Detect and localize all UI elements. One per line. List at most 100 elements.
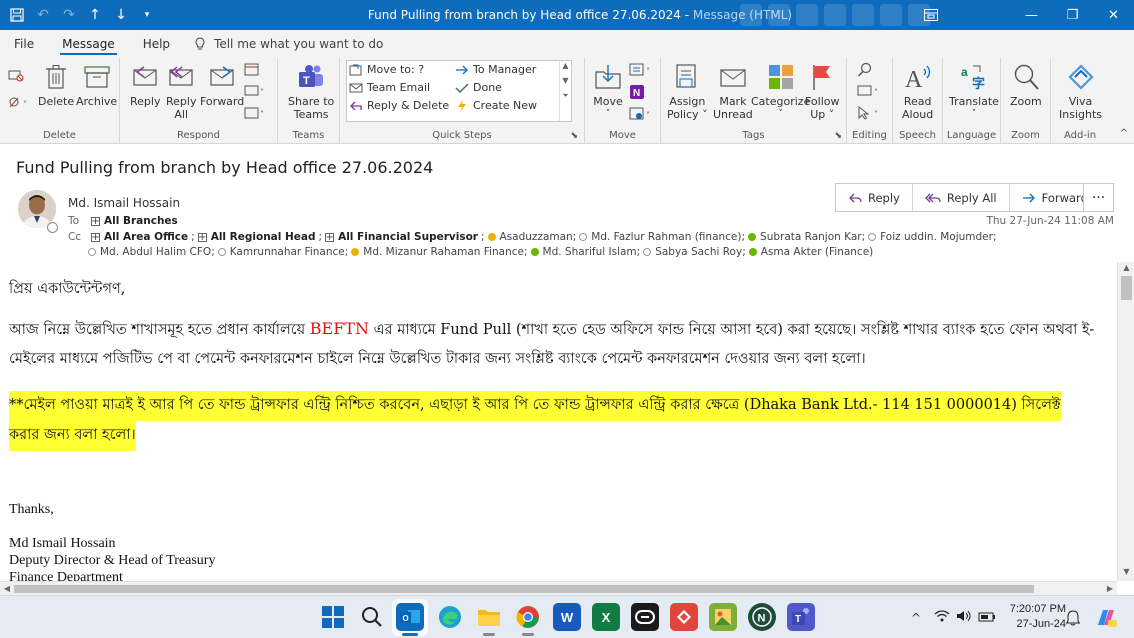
recipient[interactable]: Md. Shariful Islam; [543, 246, 641, 258]
more-actions-button[interactable]: ··· [1083, 183, 1114, 212]
delete-button[interactable]: Delete [38, 62, 74, 108]
customize-qat-icon[interactable]: ▾ [138, 6, 156, 24]
volume-icon[interactable] [956, 610, 978, 625]
group-expand-icon[interactable]: + [325, 232, 335, 242]
scroll-thumb[interactable] [1121, 276, 1132, 300]
wifi-icon[interactable] [934, 610, 956, 625]
file-explorer-icon[interactable] [475, 603, 503, 631]
recipient-group[interactable]: All Regional Head [211, 231, 316, 243]
vertical-scrollbar[interactable]: ▲ ▼ [1117, 262, 1134, 581]
save-icon[interactable] [8, 6, 26, 24]
onenote-icon[interactable]: N [629, 84, 645, 103]
outlook-icon[interactable]: O [396, 603, 424, 631]
battery-icon[interactable] [978, 611, 1000, 625]
reply-all-button[interactable]: Reply All [913, 184, 1010, 211]
tab-message[interactable]: Message [48, 30, 129, 58]
recipient[interactable]: Asaduzzaman; [500, 231, 577, 243]
tab-help[interactable]: Help [129, 30, 184, 58]
recipient-group[interactable]: All Financial Supervisor [338, 231, 478, 243]
close-icon[interactable]: ✕ [1093, 0, 1134, 30]
previous-item-icon[interactable]: ↑ [86, 6, 104, 24]
follow-up-button[interactable]: Follow Up ˅ [805, 62, 840, 121]
copilot-icon[interactable] [1094, 596, 1118, 638]
word-icon[interactable]: W [553, 603, 581, 631]
quick-step-done[interactable]: Done [455, 81, 502, 94]
taskbar-clock[interactable]: 7:20:07 PM 27-Jun-24 [1010, 602, 1066, 632]
rules-icon[interactable]: ˅ [629, 62, 655, 81]
sender-name[interactable]: Md. Ismail Hossain [68, 196, 180, 210]
find-icon[interactable] [857, 62, 873, 81]
ignore-icon[interactable] [8, 68, 24, 85]
photo-app-icon[interactable] [709, 603, 737, 631]
more-respond-icon[interactable]: ˅ [244, 106, 268, 123]
group-expand-icon[interactable]: + [91, 232, 100, 242]
app-icon[interactable] [631, 603, 659, 631]
edge-icon[interactable] [436, 603, 464, 631]
group-expand-icon[interactable]: + [91, 216, 100, 226]
quick-step-move-to[interactable]: Move to: ? [349, 63, 424, 76]
scroll-down-icon[interactable]: ▼ [560, 76, 571, 85]
next-item-icon[interactable]: ↓ [112, 6, 130, 24]
im-reply-icon[interactable]: ˅ [244, 84, 268, 101]
viva-insights-button[interactable]: Viva Insights [1059, 62, 1102, 121]
app-n-icon[interactable]: N [748, 603, 776, 631]
undo-icon[interactable]: ↶ [34, 6, 52, 24]
reply-button[interactable]: Reply [836, 184, 913, 211]
quick-steps-launcher-icon[interactable]: ⬊ [570, 131, 578, 141]
tell-me-search[interactable]: Tell me what you want to do [194, 37, 383, 51]
recipient[interactable]: Md. Abdul Halim CFO; [100, 246, 215, 258]
recipient[interactable]: Md. Fazlur Rahman (finance); [591, 231, 745, 243]
scroll-up-icon[interactable]: ▲ [560, 61, 571, 70]
recipient-group[interactable]: All Area Office [104, 231, 188, 243]
recipient[interactable]: Kamrunnahar Finance; [230, 246, 349, 258]
expand-gallery-icon[interactable]: ⏷ [560, 91, 571, 101]
scroll-thumb[interactable] [14, 585, 1034, 593]
recipient[interactable]: Foiz uddin. Mojumder; [880, 231, 996, 243]
reply-button[interactable]: Reply [130, 62, 160, 108]
quick-step-to-manager[interactable]: To Manager [455, 63, 536, 76]
meeting-reply-icon[interactable] [244, 62, 260, 79]
translate-button[interactable]: a字 Translate ˅ [949, 62, 999, 121]
notifications-icon[interactable] [1066, 596, 1080, 638]
scroll-left-icon[interactable]: ◀ [0, 582, 14, 596]
recipient-group[interactable]: All Branches [104, 215, 178, 227]
share-to-teams-button[interactable]: T Share to Teams [288, 62, 334, 121]
group-expand-icon[interactable]: + [197, 232, 207, 242]
horizontal-scrollbar[interactable]: ◀ ▶ [0, 581, 1117, 595]
rules-dropdown-icon[interactable]: ˅ [8, 96, 30, 113]
recipient[interactable]: Sabya Sachi Roy; [655, 246, 746, 258]
search-icon[interactable] [358, 603, 386, 631]
mark-unread-button[interactable]: Mark Unread [713, 62, 753, 121]
tags-launcher-icon[interactable]: ⬊ [834, 131, 842, 141]
archive-button[interactable]: Archive [76, 62, 117, 108]
quick-step-create-new[interactable]: Create New [455, 99, 537, 112]
select-icon[interactable]: ˅ [857, 105, 883, 123]
actions-icon[interactable]: ˅ [629, 106, 655, 125]
assign-policy-button[interactable]: Assign Policy ˅ [667, 62, 708, 121]
show-hidden-icons-icon[interactable]: ^ [906, 611, 926, 625]
minimize-icon[interactable]: — [1011, 0, 1052, 30]
excel-icon[interactable]: X [592, 603, 620, 631]
related-icon[interactable]: ˅ [857, 84, 883, 101]
zoom-button[interactable]: Zoom [1010, 62, 1042, 108]
recipient[interactable]: Subrata Ranjon Kar; [760, 231, 865, 243]
categorize-button[interactable]: Categorize ˅ [751, 62, 810, 121]
teams-icon[interactable]: T [787, 603, 815, 631]
tab-file[interactable]: File [0, 30, 48, 58]
scroll-down-icon[interactable]: ▼ [1118, 567, 1134, 580]
ribbon-display-options-icon[interactable] [910, 0, 951, 30]
scroll-up-icon[interactable]: ▲ [1118, 263, 1134, 276]
recipient[interactable]: Asma Akter (Finance) [761, 246, 874, 258]
move-button[interactable]: Move ˅ [593, 62, 623, 121]
quick-step-team-email[interactable]: Team Email [349, 81, 430, 94]
quick-step-reply-delete[interactable]: Reply & Delete [349, 99, 449, 112]
quick-steps-scroll[interactable]: ▲ ▼ ⏷ [559, 61, 571, 121]
scroll-right-icon[interactable]: ▶ [1103, 582, 1117, 596]
restore-icon[interactable]: ❐ [1052, 0, 1093, 30]
collapse-ribbon-icon[interactable]: ^ [1120, 128, 1128, 139]
forward-button[interactable]: Forward [200, 62, 244, 108]
reply-all-button[interactable]: Reply All [166, 62, 196, 121]
chrome-icon[interactable] [514, 603, 542, 631]
anydesk-icon[interactable] [670, 603, 698, 631]
start-icon[interactable] [319, 603, 347, 631]
